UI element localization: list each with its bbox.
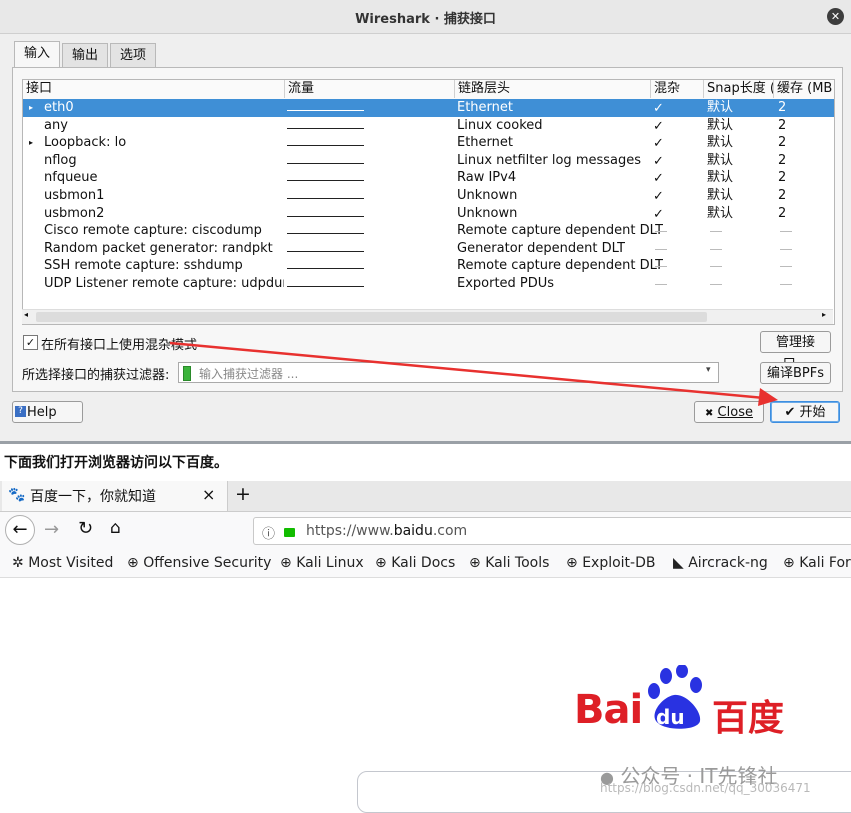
baidu-logo-text-right: 百度 [712,698,785,739]
annotation-arrow [169,341,778,406]
globe-icon: ⊕ [375,555,392,571]
baidu-logo-text-left: Bai [574,687,643,733]
bookmark-label: Kali Linux [296,555,364,571]
bookmark-label: Exploit-DB [582,555,656,571]
bookmark-item[interactable]: ◣ Aircrack-ng [673,555,768,571]
globe-icon: ⊕ [280,555,297,571]
tab-close-icon[interactable]: × [202,485,215,504]
bookmark-label: Kali For [799,555,851,571]
aircrack-icon: ◣ [673,555,689,571]
browser-tab-title: 百度一下，你就知道 [30,489,156,505]
bookmark-label: Offensive Security [143,555,272,571]
capture-interfaces-dialog: Wireshark · 捕获接口 ✕ 输入 输出 选项 接口 流量 链路层头 混… [0,0,851,444]
url-bar[interactable]: ⓘ https://www.baidu.com [253,517,851,545]
bookmark-label: Kali Tools [485,555,550,571]
url-domain: baidu [393,523,433,539]
bookmark-item[interactable]: ⊕ Offensive Security [127,555,271,571]
bookmark-item[interactable]: ✲ Most Visited [12,555,113,571]
reload-icon[interactable]: ↻ [78,518,93,539]
back-icon[interactable]: ← [5,515,35,545]
bookmark-item[interactable]: ⊕ Kali For [783,555,851,571]
bookmark-label: Kali Docs [391,555,456,571]
gear-icon: ✲ [12,555,29,571]
info-icon[interactable]: ⓘ [262,523,275,542]
home-icon[interactable]: ⌂ [110,518,121,538]
globe-icon: ⊕ [566,555,583,571]
globe-icon: ⊕ [469,555,486,571]
bookmark-item[interactable]: ⊕ Kali Linux [280,555,364,571]
url-prefix: https://www. [306,523,394,539]
baidu-paw-text: du [656,705,685,729]
url-text: https://www.baidu.com [306,523,467,539]
new-tab-button[interactable]: + [235,483,251,505]
baidu-favicon-icon: 🐾 [8,487,26,503]
bookmark-label: Aircrack-ng [688,555,768,571]
bookmark-item[interactable]: ⊕ Kali Tools [469,555,549,571]
article-text: 下面我们打开浏览器访问以下百度。 [4,455,228,471]
globe-icon: ⊕ [783,555,800,571]
bookmark-label: Most Visited [28,555,114,571]
lock-icon[interactable] [284,528,295,537]
bookmark-item[interactable]: ⊕ Exploit-DB [566,555,655,571]
watermark-url: https://blog.csdn.net/qq_30036471 [600,781,811,795]
forward-icon[interactable]: → [44,519,59,540]
bookmarks-toolbar: ✲ Most Visited ⊕ Offensive Security ⊕ Kali… [0,549,851,578]
bookmark-item[interactable]: ⊕ Kali Docs [375,555,455,571]
url-suffix: .com [432,523,468,539]
globe-icon: ⊕ [127,555,144,571]
browser-tab[interactable]: 🐾 百度一下，你就知道 × [2,481,228,511]
